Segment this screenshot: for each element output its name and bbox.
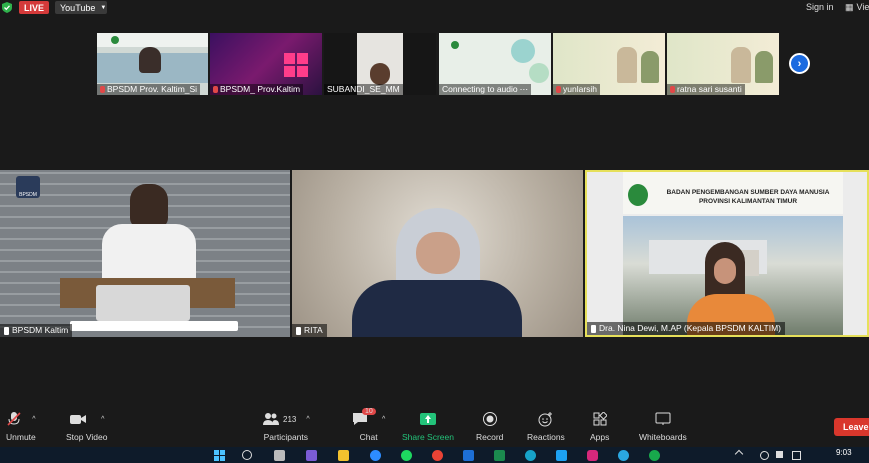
view-button[interactable]: ▦ Vie: [845, 2, 869, 13]
participants-label: Participants: [263, 432, 309, 442]
reactions-button[interactable]: Reactions: [527, 410, 565, 442]
bpsdm-logo: [628, 184, 648, 206]
teams-icon[interactable]: [306, 450, 317, 461]
wifi-icon[interactable]: [760, 451, 769, 460]
share-screen-button[interactable]: Share Screen: [402, 410, 454, 442]
chevron-up-icon[interactable]: ^: [306, 416, 309, 423]
grid-icon: ▦: [845, 2, 854, 12]
record-label: Record: [476, 432, 504, 442]
sign-in-link[interactable]: Sign in: [806, 2, 834, 12]
participant-name: RITA: [304, 325, 323, 335]
start-icon[interactable]: [214, 450, 225, 461]
stop-video-label: Stop Video: [66, 432, 108, 442]
muted-mic-icon: [670, 86, 675, 93]
share-screen-label: Share Screen: [402, 432, 454, 442]
whiteboards-label: Whiteboards: [639, 432, 687, 442]
live-badge: LIVE: [19, 1, 49, 14]
whatsapp-icon[interactable]: [649, 450, 660, 461]
badge-label: BPSDM: [19, 192, 37, 198]
muted-mic-icon: [100, 86, 105, 93]
chevron-up-icon[interactable]: ^: [382, 416, 385, 423]
twitter-icon[interactable]: [556, 450, 567, 461]
muted-mic-icon: [213, 86, 218, 93]
banner-line-1: BADAN PENGEMBANGAN SUMBER DAYA MANUSIA: [666, 189, 830, 196]
word-icon[interactable]: [463, 450, 474, 461]
video-tile[interactable]: RITA: [292, 170, 583, 337]
participant-name: BPSDM_ Prov.Kaltim: [220, 84, 301, 94]
pin-icon: [591, 324, 596, 333]
chevron-right-icon: ›: [797, 57, 802, 70]
muted-mic-icon: [556, 86, 561, 93]
record-icon: [482, 412, 497, 426]
share-screen-icon: [419, 413, 436, 425]
participant-name: BPSDM Prov. Kaltim_Si: [107, 84, 198, 94]
reactions-label: Reactions: [527, 432, 565, 442]
chevron-up-icon[interactable]: ^: [32, 416, 35, 423]
participant-thumbnail[interactable]: ratna sari susanti: [667, 33, 779, 95]
pin-icon: [296, 326, 301, 335]
chat-button[interactable]: 10 ^ Chat: [352, 408, 385, 442]
video-camera-icon: [70, 415, 87, 424]
chevron-up-icon[interactable]: [734, 449, 744, 459]
muted-mic-icon: [7, 412, 21, 426]
spotify-icon[interactable]: [401, 450, 412, 461]
excel-icon[interactable]: [494, 450, 505, 461]
smiley-plus-icon: [538, 412, 552, 427]
loading-icon: ⋯: [519, 84, 529, 94]
banner-title: BADAN PENGEMBANGAN SUMBER DAYA MANUSIA P…: [653, 188, 843, 206]
taskbar-clock[interactable]: 9:03: [836, 448, 852, 457]
task-view-icon[interactable]: [274, 450, 285, 461]
chat-badge: 10: [362, 408, 376, 415]
whiteboards-button[interactable]: Whiteboards: [639, 410, 687, 442]
participant-thumbnail[interactable]: yunlarsih: [553, 33, 665, 95]
leave-button[interactable]: Leave: [834, 418, 869, 436]
battery-icon[interactable]: [792, 451, 801, 460]
participant-name: Connecting to audio: [442, 84, 518, 94]
chevron-up-icon[interactable]: ^: [101, 416, 104, 423]
apps-label: Apps: [590, 432, 610, 442]
top-bar: LIVE YouTube ▼ Sign in ▦ Vie: [0, 0, 869, 16]
windows-logo-icon: [284, 53, 308, 77]
record-button[interactable]: Record: [476, 410, 503, 442]
chat-label: Chat: [359, 432, 378, 442]
search-icon[interactable]: [242, 450, 252, 460]
apps-button[interactable]: Apps: [590, 410, 609, 442]
banner-line-2: PROVINSI KALIMANTAN TIMUR: [698, 198, 798, 205]
view-label: Vie: [856, 2, 869, 12]
participant-thumbnail[interactable]: BPSDM_ Prov.Kaltim: [210, 33, 322, 95]
unmute-label: Unmute: [6, 432, 36, 442]
participant-thumbnail[interactable]: SUBANDI_SE_MM: [324, 33, 436, 95]
unmute-button[interactable]: ^ Unmute: [6, 410, 36, 442]
file-explorer-icon[interactable]: [338, 450, 349, 461]
participants-count: 213: [283, 414, 297, 424]
speaker-icon[interactable]: [776, 451, 783, 458]
shield-icon: [2, 2, 12, 13]
windows-taskbar: 9:03: [0, 447, 869, 463]
participant-name: ratna sari susanti: [677, 84, 742, 94]
participant-name: yunlarsih: [563, 84, 598, 94]
instagram-icon[interactable]: [587, 450, 598, 461]
participant-thumbnail[interactable]: Connecting to audio ⋯: [439, 33, 551, 95]
participants-button[interactable]: 213 ^ Participants: [262, 410, 310, 442]
chrome-icon[interactable]: [432, 450, 443, 461]
participant-name: BPSDM Kaltim: [12, 325, 69, 335]
active-speaker-tile[interactable]: BADAN PENGEMBANGAN SUMBER DAYA MANUSIA P…: [585, 170, 869, 337]
stream-label: YouTube: [60, 2, 96, 13]
apps-icon: [593, 412, 607, 426]
stop-video-button[interactable]: ^ Stop Video: [66, 410, 107, 442]
next-page-button[interactable]: ›: [789, 53, 810, 74]
participant-name: SUBANDI_SE_MM: [327, 84, 400, 94]
pin-icon: [4, 326, 9, 335]
whiteboard-icon: [655, 412, 671, 425]
participants-icon: [263, 413, 279, 425]
edge-icon[interactable]: [525, 450, 536, 461]
zoom-icon[interactable]: [370, 450, 381, 461]
stream-dropdown[interactable]: YouTube ▼: [55, 1, 107, 14]
telegram-icon[interactable]: [618, 450, 629, 461]
chevron-down-icon: ▼: [100, 4, 107, 11]
participant-name: Dra. Nina Dewi, M.AP (Kepala BPSDM KALTI…: [599, 323, 782, 333]
participant-thumbnail[interactable]: BPSDM Prov. Kaltim_Si: [97, 33, 208, 95]
video-tile[interactable]: BPSDM BPSDM Kaltim: [0, 170, 290, 337]
bpsdm-badge: BPSDM: [16, 176, 40, 198]
